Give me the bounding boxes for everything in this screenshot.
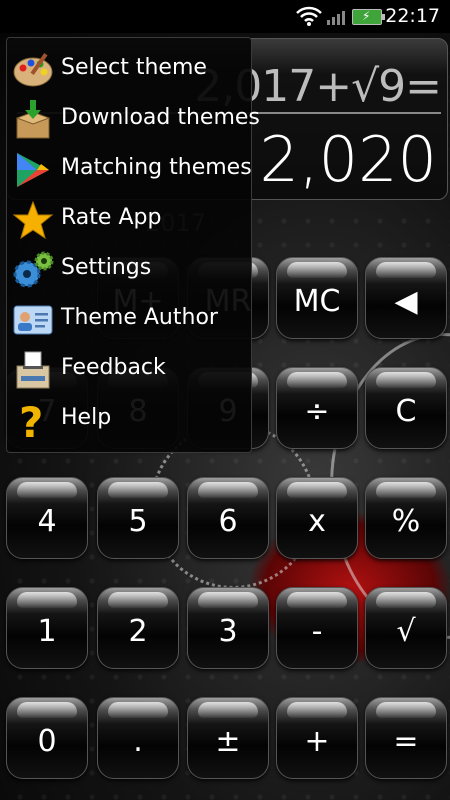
wifi-icon xyxy=(296,6,322,26)
palette-icon xyxy=(13,53,53,87)
menu-item-select-theme[interactable]: Select theme xyxy=(7,45,251,95)
key-label: - xyxy=(311,614,323,649)
plus-minus-key[interactable]: ± xyxy=(187,697,269,779)
menu-item-download-themes[interactable]: Download themes xyxy=(7,95,260,145)
key-label: 5 xyxy=(128,504,148,539)
menu-label: Matching themes xyxy=(61,155,252,180)
key-label: C xyxy=(395,394,417,429)
key-label: . xyxy=(133,724,143,759)
download-box-icon xyxy=(15,100,51,139)
digit-2-key[interactable]: 2 xyxy=(97,587,179,669)
key-label: = xyxy=(393,724,419,759)
digit-5-key[interactable]: 5 xyxy=(97,477,179,559)
menu-label: Select theme xyxy=(61,55,207,80)
key-label: 3 xyxy=(218,614,238,649)
key-label: ÷ xyxy=(304,394,330,429)
divide-key[interactable]: ÷ xyxy=(276,367,358,449)
key-label: 2 xyxy=(128,614,148,649)
play-store-icon xyxy=(17,153,49,187)
key-label: + xyxy=(304,724,330,759)
signal-icon xyxy=(327,11,345,25)
key-label: x xyxy=(308,504,326,539)
star-icon xyxy=(12,200,54,240)
decimal-key[interactable]: . xyxy=(97,697,179,779)
menu-label: Rate App xyxy=(61,205,162,230)
key-label: ± xyxy=(215,724,241,759)
key-label: 1 xyxy=(37,614,57,649)
square-root-key[interactable]: √ xyxy=(365,587,447,669)
plus-key[interactable]: + xyxy=(276,697,358,779)
digit-1-key[interactable]: 1 xyxy=(6,587,88,669)
key-label: 0 xyxy=(37,724,57,759)
key-label: MC xyxy=(293,284,341,319)
multiply-key[interactable]: x xyxy=(276,477,358,559)
menu-item-theme-author[interactable]: Theme Author xyxy=(7,295,251,345)
backspace-icon: ◀ xyxy=(394,284,418,319)
menu-label: Feedback xyxy=(61,355,166,380)
minus-key[interactable]: - xyxy=(276,587,358,669)
gears-icon xyxy=(13,251,54,288)
menu-item-feedback[interactable]: Feedback xyxy=(7,345,251,395)
menu-item-rate-app[interactable]: Rate App xyxy=(7,195,251,245)
backspace-key[interactable]: ◀ xyxy=(365,257,447,339)
menu-item-matching-themes[interactable]: Matching themes xyxy=(7,145,252,195)
equals-key[interactable]: = xyxy=(365,697,447,779)
menu-label: Theme Author xyxy=(61,305,218,330)
status-time: 22:17 xyxy=(385,5,440,27)
key-label: 6 xyxy=(218,504,238,539)
key-label: % xyxy=(391,504,421,539)
menu-item-settings[interactable]: Settings xyxy=(7,245,251,295)
menu-label: Download themes xyxy=(61,105,260,130)
status-bar: ⚡ 22:17 xyxy=(0,0,450,33)
memory-clear-key[interactable]: MC xyxy=(276,257,358,339)
battery-icon: ⚡ xyxy=(352,9,385,25)
question-mark-icon: ? xyxy=(19,400,43,440)
ballot-box-icon xyxy=(16,351,50,389)
key-label: √ xyxy=(396,614,416,649)
digit-4-key[interactable]: 4 xyxy=(6,477,88,559)
digit-0-key[interactable]: 0 xyxy=(6,697,88,779)
percent-key[interactable]: % xyxy=(365,477,447,559)
digit-3-key[interactable]: 3 xyxy=(187,587,269,669)
menu-item-help[interactable]: ? Help xyxy=(7,395,251,445)
digit-6-key[interactable]: 6 xyxy=(187,477,269,559)
clear-key[interactable]: C xyxy=(365,367,447,449)
menu-label: Settings xyxy=(61,255,152,280)
options-menu: Select theme Download themes Matching th… xyxy=(6,37,260,453)
key-label: 4 xyxy=(37,504,57,539)
id-card-icon xyxy=(13,305,53,335)
svg-text:?: ? xyxy=(19,400,43,440)
menu-label: Help xyxy=(61,405,112,430)
result-text: 2,020 xyxy=(259,123,438,196)
